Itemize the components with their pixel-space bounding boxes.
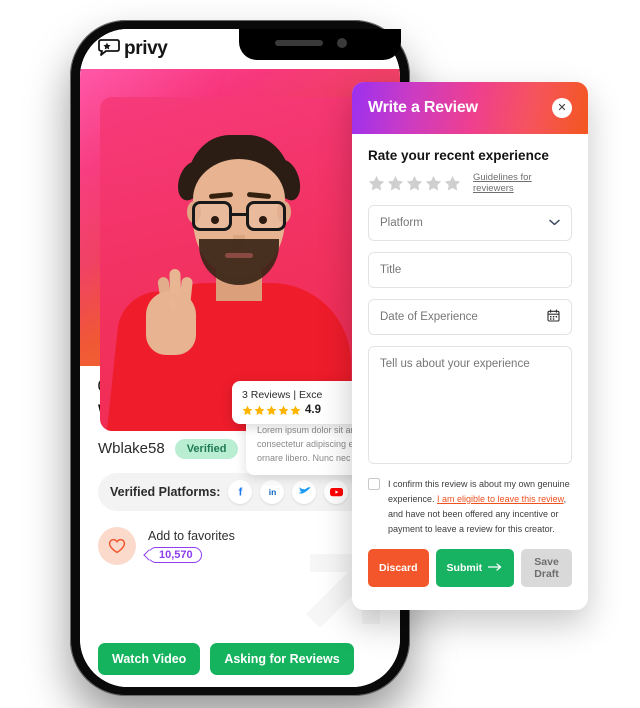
consent-checkbox[interactable] [368, 478, 380, 490]
heart-outline-icon[interactable] [98, 526, 136, 565]
linkedin-icon[interactable]: in [260, 479, 285, 504]
save-draft-button[interactable]: Save Draft [521, 549, 572, 588]
phone-notch [239, 29, 401, 60]
svg-text:f: f [239, 486, 243, 498]
asking-for-reviews-button[interactable]: Asking for Reviews [210, 643, 354, 675]
rating-stars-input[interactable] [368, 175, 461, 192]
rate-heading: Rate your recent experience [368, 148, 549, 163]
favorites-text-block: Add to favorites 10,570 [148, 529, 235, 563]
profile-handle: Wblake58 [98, 440, 165, 457]
speech-bubble-star-icon [98, 38, 120, 61]
screenshot-root: privy Wblake58 Verified Verified Platfor… [0, 0, 640, 708]
modal-button-row: Discard Submit Save Draft [368, 549, 572, 588]
submit-button-label: Submit [446, 562, 483, 575]
calendar-icon[interactable] [547, 309, 560, 325]
guidelines-link[interactable]: Guidelines for reviewers [473, 172, 572, 194]
rating-row: Guidelines for reviewers [368, 172, 572, 194]
close-icon[interactable]: ✕ [552, 98, 572, 118]
title-input-placeholder: Title [380, 264, 402, 276]
modal-title: Write a Review [368, 99, 478, 116]
date-input-placeholder: Date of Experience [380, 311, 478, 323]
platform-select-label: Platform [380, 217, 423, 229]
verified-platforms-label: Verified Platforms: [110, 484, 221, 499]
facebook-icon[interactable]: f [228, 479, 253, 504]
date-of-experience-input[interactable]: Date of Experience [368, 299, 572, 335]
eligibility-link[interactable]: I am eligible to leave this review [437, 494, 564, 504]
svg-text:in: in [269, 487, 277, 497]
experience-textarea[interactable]: Tell us about your experience [368, 346, 572, 464]
submit-button[interactable]: Submit [435, 549, 515, 588]
write-review-modal: Write a Review ✕ Rate your recent experi… [352, 82, 588, 610]
discard-button[interactable]: Discard [368, 549, 429, 588]
youtube-icon[interactable] [324, 479, 349, 504]
favorites-count: 10,570 [148, 546, 202, 563]
twitter-icon[interactable] [292, 479, 317, 504]
consent-block: I confirm this review is about my own ge… [368, 477, 572, 536]
watch-video-button[interactable]: Watch Video [98, 643, 201, 675]
favorites-label: Add to favorites [148, 528, 235, 543]
arrow-right-icon [487, 562, 503, 574]
chevron-down-icon [549, 217, 560, 229]
brand-logo[interactable]: privy [98, 38, 168, 61]
modal-body: Rate your recent experience Guidelines f… [352, 134, 588, 588]
status-badge: Verified [174, 438, 239, 459]
review-score: 4.9 [305, 404, 321, 416]
cta-row: Watch Video Asking for Reviews [98, 643, 354, 675]
verified-platforms-bar: Verified Platforms: f in [98, 472, 382, 511]
earpiece-speaker [275, 40, 323, 46]
brand-name: privy [124, 38, 168, 59]
experience-placeholder: Tell us about your experience [380, 358, 530, 370]
platform-select[interactable]: Platform [368, 205, 572, 241]
front-camera [337, 38, 347, 48]
modal-header: Write a Review ✕ [352, 82, 588, 134]
title-input[interactable]: Title [368, 252, 572, 288]
consent-text: I confirm this review is about my own ge… [388, 477, 572, 536]
